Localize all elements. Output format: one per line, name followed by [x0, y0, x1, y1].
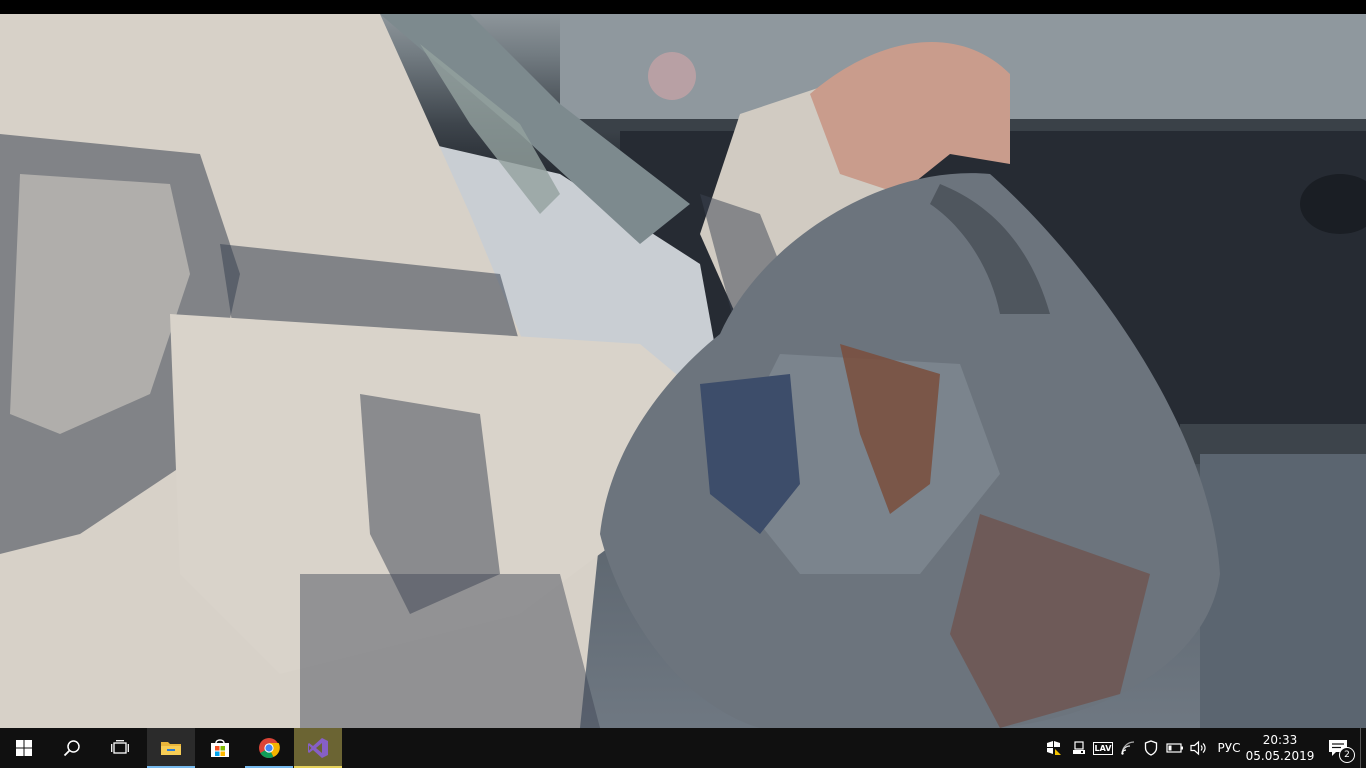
- antivirus-label: LAV: [1092, 741, 1114, 755]
- action-center-button[interactable]: 2: [1318, 728, 1358, 768]
- show-desktop-button[interactable]: [1360, 728, 1366, 768]
- clock-date: 05.05.2019: [1245, 749, 1315, 763]
- tray-antivirus[interactable]: LAV: [1091, 728, 1115, 768]
- shield-icon: [1144, 740, 1158, 756]
- input-language[interactable]: РУС: [1212, 728, 1246, 768]
- volume-icon: [1190, 740, 1206, 756]
- tray-security-icon[interactable]: [1042, 728, 1066, 768]
- tray-defender-icon[interactable]: [1139, 728, 1163, 768]
- tray-volume-icon[interactable]: [1187, 728, 1211, 768]
- video-frame: [0, 14, 1366, 728]
- store-icon: [211, 739, 229, 757]
- task-view-icon: [111, 740, 129, 754]
- battery-icon: [1166, 743, 1183, 753]
- folder-icon: [161, 742, 181, 755]
- clock-time: 20:33: [1262, 733, 1298, 747]
- start-button[interactable]: [0, 728, 48, 768]
- task-view-button[interactable]: [96, 728, 144, 768]
- notification-count-badge: 2: [1339, 747, 1355, 763]
- taskbar-visual-studio[interactable]: [294, 728, 342, 768]
- tray-wifi-icon[interactable]: [1116, 728, 1140, 768]
- taskbar: LAV РУС 20:33 05.05.2019 2: [0, 728, 1366, 768]
- search-button[interactable]: [48, 728, 96, 768]
- visual-studio-icon: [308, 738, 328, 758]
- chrome-icon: [259, 738, 280, 758]
- wifi-icon: [1121, 741, 1135, 755]
- windows-logo-icon: [16, 740, 32, 756]
- search-icon: [63, 740, 80, 757]
- letterbox-top: [0, 0, 1366, 14]
- taskbar-file-explorer[interactable]: [147, 728, 195, 768]
- taskbar-google-chrome[interactable]: [245, 728, 293, 768]
- network-drive-icon: [1073, 741, 1085, 754]
- tray-network-drive-icon[interactable]: [1067, 728, 1091, 768]
- tray-battery-icon[interactable]: [1163, 728, 1187, 768]
- taskbar-microsoft-store[interactable]: [196, 728, 244, 768]
- shield-warning-icon: [1047, 741, 1061, 755]
- clock[interactable]: 20:33 05.05.2019: [1245, 728, 1315, 768]
- video-scene: [0, 14, 1366, 728]
